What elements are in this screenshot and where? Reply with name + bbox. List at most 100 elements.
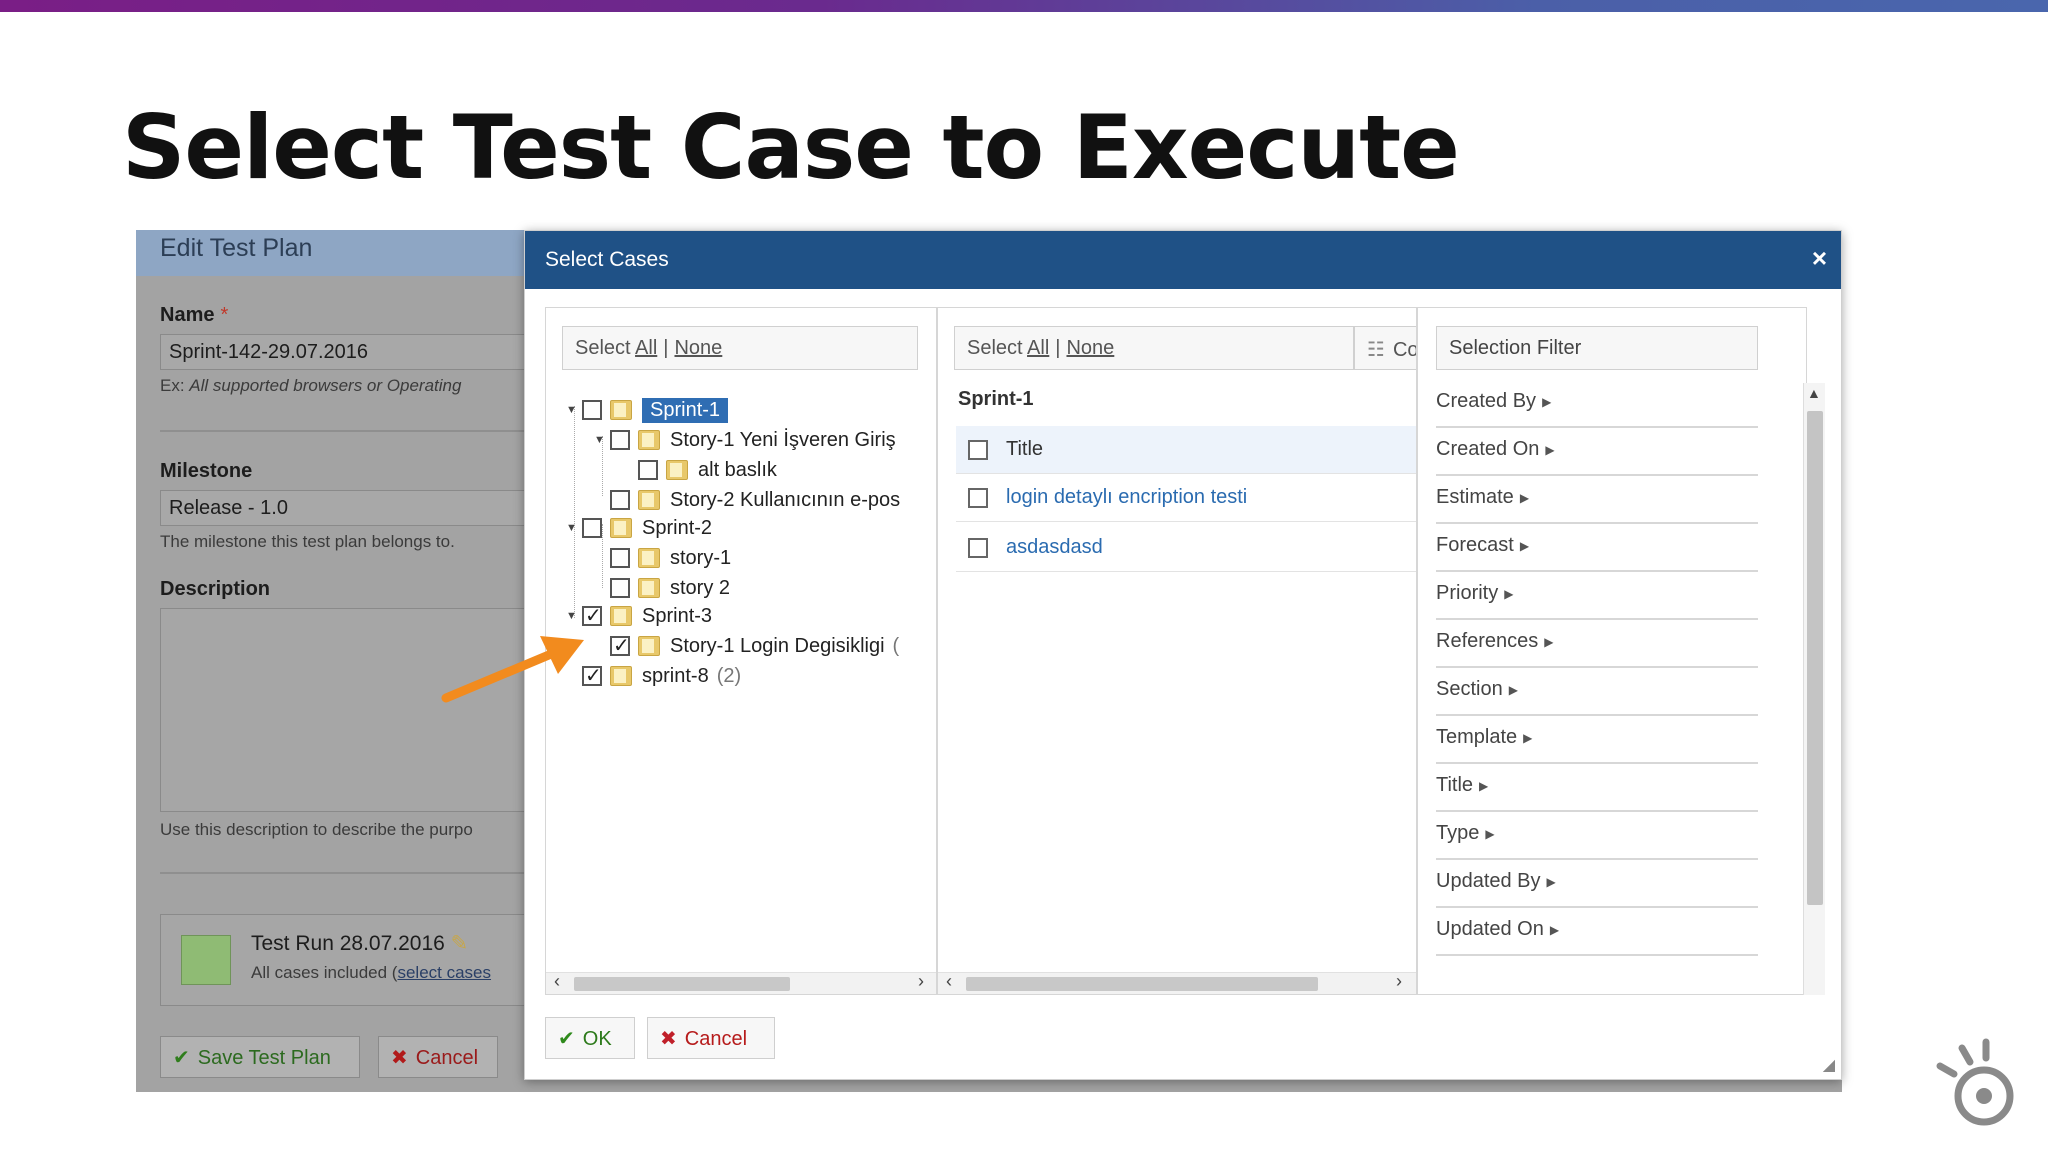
tree-node[interactable]: alt baslık (622, 456, 777, 484)
filter-item[interactable]: Section ▶ (1436, 668, 1758, 716)
scroll-left-icon[interactable]: ‹ (554, 971, 560, 992)
folder-icon (638, 490, 660, 510)
divider (160, 430, 540, 432)
tree-node[interactable]: ▼ Story-1 Yeni İşveren Giriş (594, 426, 896, 454)
filter-item[interactable]: Updated By ▶ (1436, 860, 1758, 908)
tree-select-none-link[interactable]: None (674, 337, 722, 359)
filter-item[interactable]: Type ▶ (1436, 812, 1758, 860)
tree-node-checkbox[interactable] (610, 430, 630, 450)
filter-item[interactable]: Priority ▶ (1436, 572, 1758, 620)
scroll-right-icon[interactable]: › (1396, 971, 1402, 992)
scroll-left-icon[interactable]: ‹ (946, 971, 952, 992)
edit-cancel-button[interactable]: ✖ Cancel (378, 1036, 498, 1078)
milestone-hint: The milestone this test plan belongs to. (160, 532, 455, 551)
tree-select-all-link[interactable]: All (635, 337, 657, 359)
filter-item-label: Priority (1436, 582, 1499, 604)
test-run-card: Test Run 28.07.2016 ✎ All cases included… (160, 914, 540, 1006)
caret-right-icon: ▶ (1523, 730, 1533, 745)
tree-node[interactable]: ▼ Sprint-1 (566, 396, 729, 424)
tree-hscroll-thumb[interactable] (574, 977, 790, 991)
caret-down-icon[interactable]: ▼ (566, 404, 582, 416)
caret-down-icon[interactable]: ▼ (594, 434, 610, 446)
filter-item[interactable]: Forecast ▶ (1436, 524, 1758, 572)
caret-down-icon[interactable]: ▼ (566, 522, 582, 534)
selection-filter-pane: Selection Filter Created By ▶ Created On ▶ E… (1417, 307, 1807, 995)
cases-hscrollbar[interactable]: ‹ › (938, 971, 1416, 994)
caret-right-icon: ▶ (1485, 826, 1495, 841)
filter-item[interactable]: Title ▶ (1436, 764, 1758, 812)
close-icon[interactable]: × (1812, 243, 1827, 274)
pencil-icon[interactable]: ✎ (451, 932, 469, 955)
tree-node-checkbox[interactable] (610, 578, 630, 598)
filter-item[interactable]: Template ▶ (1436, 716, 1758, 764)
caret-right-icon: ▶ (1479, 778, 1489, 793)
tree-node-count: ( (892, 634, 900, 657)
filter-item-label: Created On (1436, 438, 1540, 460)
folder-icon (610, 666, 632, 686)
check-icon: ✔ (558, 1028, 575, 1050)
scroll-right-icon[interactable]: › (918, 971, 924, 992)
select-cases-dialog: Select Cases × Select All | None ▼ Sprint-1… (524, 230, 1842, 1080)
folder-icon (610, 606, 632, 626)
slide-title: Select Test Case to Execute (122, 96, 1460, 199)
tree-node-label: Sprint-3 (642, 604, 713, 627)
dialog-vscrollbar[interactable]: ▲ ▼ (1803, 383, 1825, 995)
cases-select-all-link[interactable]: All (1027, 337, 1049, 359)
filter-item-label: References (1436, 630, 1539, 652)
tree-node-checkbox[interactable] (638, 460, 658, 480)
tree-node-label: story-1 (670, 546, 732, 569)
columns-button[interactable]: ☷Col (1354, 326, 1416, 370)
filter-item[interactable]: References ▶ (1436, 620, 1758, 668)
filter-item[interactable]: Created On ▶ (1436, 428, 1758, 476)
save-test-plan-button[interactable]: ✔ Save Test Plan (160, 1036, 360, 1078)
tree-hscrollbar[interactable]: ‹ › (546, 971, 936, 994)
case-row: login detaylı encription testi (956, 474, 1416, 522)
tree-node-label: Story-2 Kullanıcının e-pos (670, 488, 901, 511)
section-tree-pane: Select All | None ▼ Sprint-1 ▼ Story-1 Yeni İ… (545, 307, 937, 995)
tree-node-checkbox[interactable] (610, 548, 630, 568)
milestone-select[interactable]: Release - 1.0 (160, 490, 540, 526)
tree-node[interactable]: story 2 (594, 574, 730, 602)
folder-icon (610, 518, 632, 538)
filter-item[interactable]: Created By ▶ (1436, 380, 1758, 428)
caret-right-icon: ▶ (1519, 538, 1530, 553)
divider (160, 872, 540, 874)
tree-node-count: (2) (716, 664, 742, 687)
caret-down-icon[interactable]: ▼ (566, 610, 582, 622)
tree-node-label: sprint-8 (642, 664, 709, 687)
tree-node[interactable]: story-1 (594, 544, 731, 572)
caret-right-icon: ▶ (1545, 442, 1555, 457)
cases-select-none-link[interactable]: None (1066, 337, 1114, 359)
tree-node-checkbox[interactable] (582, 518, 602, 538)
dialog-cancel-button[interactable]: ✖ Cancel (647, 1017, 775, 1059)
name-field[interactable]: Sprint-142-29.07.2016 (160, 334, 540, 370)
case-title-link[interactable]: asdasdasd (1006, 536, 1103, 559)
dialog-vscroll-thumb[interactable] (1807, 411, 1823, 905)
case-checkbox[interactable] (968, 537, 988, 558)
cross-icon: ✖ (391, 1047, 408, 1069)
resize-handle-icon[interactable]: ◢ (1823, 1055, 1835, 1075)
select-cases-link[interactable]: select cases (397, 963, 491, 982)
caret-right-icon: ▶ (1549, 922, 1560, 937)
tree-node[interactable]: ▼ Sprint-3 (566, 602, 712, 630)
case-title-link[interactable]: login detaylı encription testi (1006, 486, 1247, 509)
filter-item-label: Type (1436, 822, 1480, 844)
cases-header-checkbox[interactable] (968, 439, 988, 460)
tree-node-checkbox[interactable] (610, 490, 630, 510)
tree-node[interactable]: ▼ Sprint-2 (566, 514, 712, 542)
brand-logo-icon (1936, 1038, 2014, 1126)
tree-node[interactable]: Story-1 Login Degisikligi ( (594, 632, 899, 660)
filter-item-label: Title (1436, 774, 1474, 796)
scroll-up-icon[interactable]: ▲ (1807, 385, 1821, 401)
case-checkbox[interactable] (968, 487, 988, 508)
cases-hscroll-thumb[interactable] (966, 977, 1318, 991)
tree-node-checkbox[interactable] (582, 400, 602, 420)
tree-node-checkbox[interactable] (610, 633, 630, 658)
filter-item[interactable]: Updated On ▶ (1436, 908, 1758, 956)
ok-button[interactable]: ✔ OK (545, 1017, 635, 1059)
tree-node[interactable]: Story-2 Kullanıcının e-pos (594, 486, 900, 514)
tree-node-checkbox[interactable] (582, 603, 602, 628)
annotation-arrow-icon (441, 636, 584, 703)
filter-item-label: Section (1436, 678, 1503, 700)
filter-item[interactable]: Estimate ▶ (1436, 476, 1758, 524)
